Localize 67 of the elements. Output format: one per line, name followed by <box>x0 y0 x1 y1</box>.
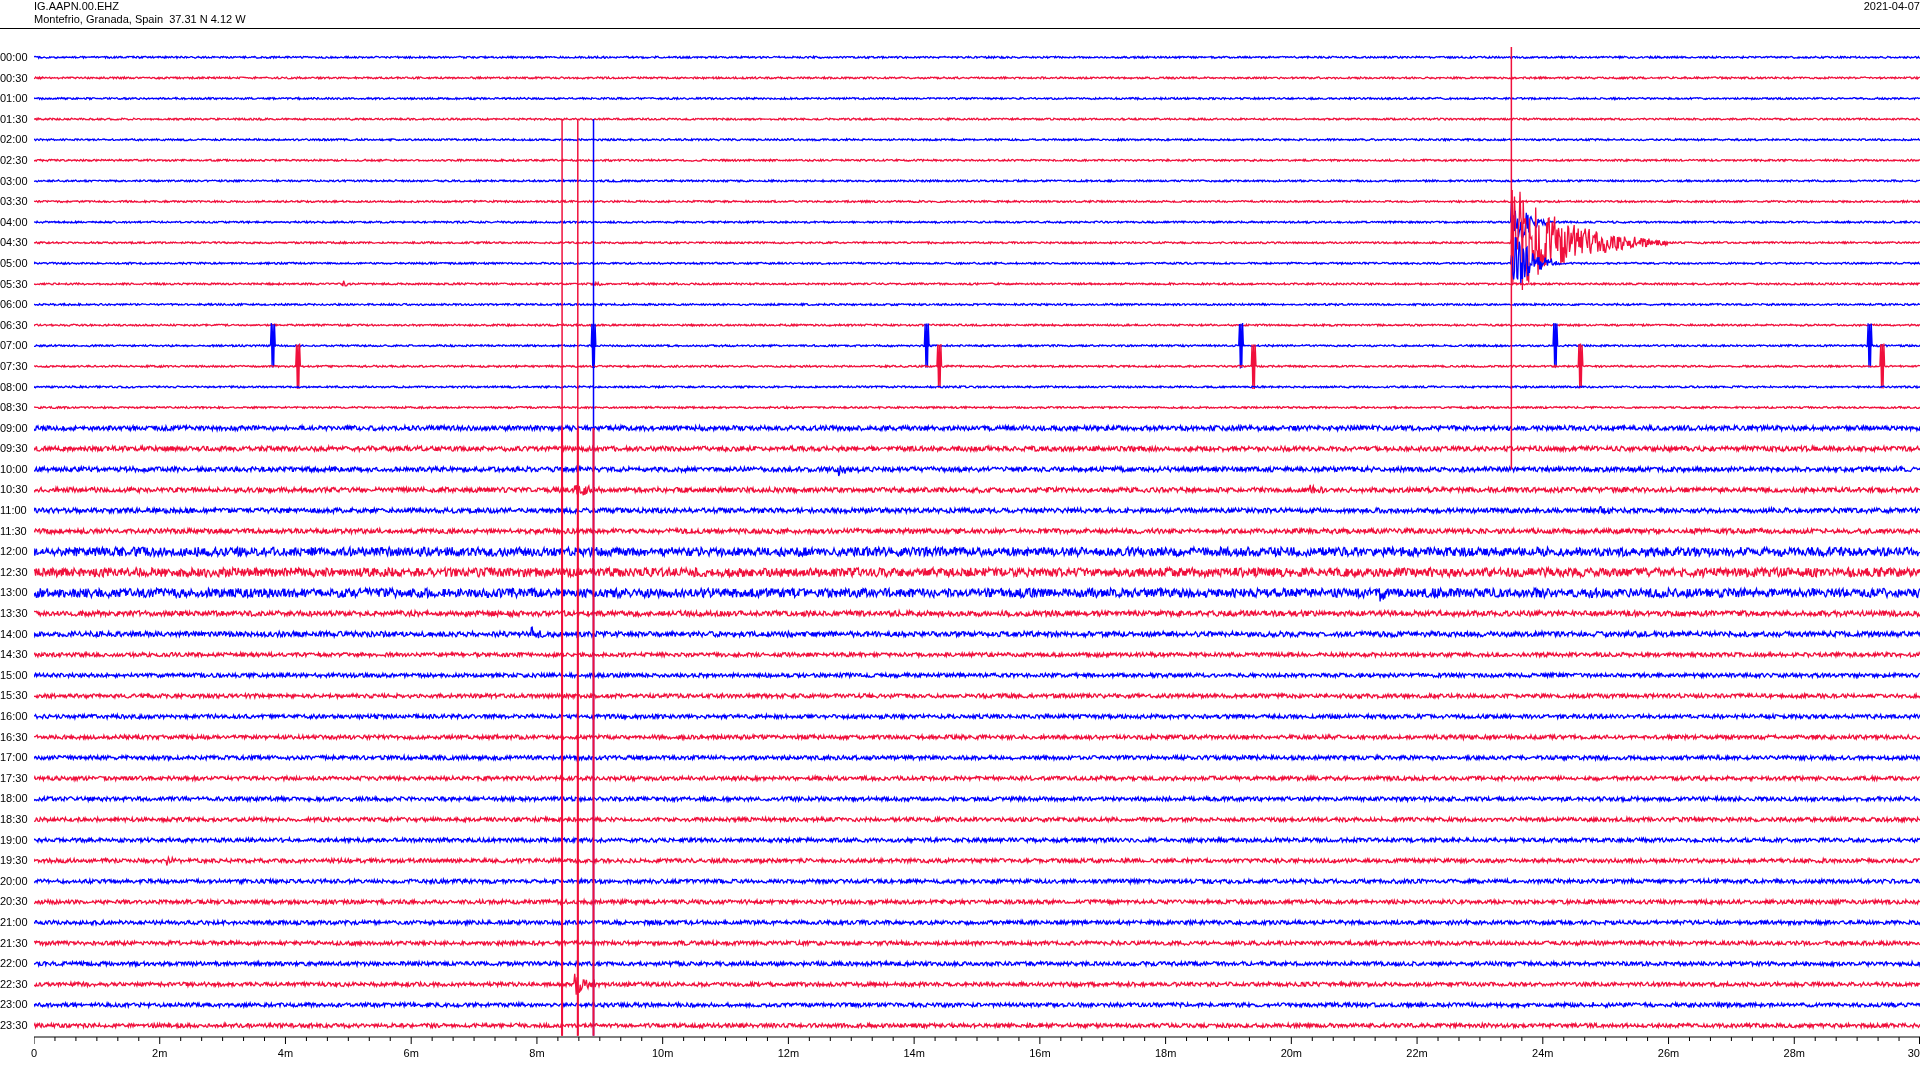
row-time-label: 05:00 <box>0 255 29 271</box>
axis-tick-label: 20m <box>1280 1045 1303 1060</box>
axis-tick-label: 28m <box>1783 1045 1805 1060</box>
row-time-label: 01:30 <box>0 111 29 127</box>
row-time-label: 05:30 <box>0 276 29 292</box>
axis-tick-label: 10m <box>651 1045 674 1060</box>
row-time-label: 16:00 <box>0 709 29 724</box>
row-time-label: 04:00 <box>0 214 29 230</box>
row-time-label: 22:00 <box>0 956 29 972</box>
row-time-label: 12:30 <box>0 564 29 580</box>
row-time-label: 11:00 <box>0 503 28 519</box>
row-time-label: 20:00 <box>0 873 29 889</box>
row-time-label: 10:30 <box>0 482 29 498</box>
row-time-label: 18:30 <box>0 811 29 827</box>
axis-tick-label: 24m <box>1532 1045 1554 1060</box>
row-time-label: 03:30 <box>0 194 29 210</box>
row-time-label: 10:00 <box>0 461 29 477</box>
axis-tick-label: 22m <box>1406 1045 1428 1060</box>
row-time-label: 20:30 <box>0 894 29 910</box>
row-time-label: 07:30 <box>0 358 29 374</box>
row-time-label: 03:00 <box>0 173 29 189</box>
row-time-label: 12:00 <box>0 544 29 560</box>
axis-tick-label: 6m <box>403 1045 419 1060</box>
row-time-label: 08:00 <box>0 379 29 395</box>
row-time-label: 06:00 <box>0 297 29 313</box>
row-time-label: 17:00 <box>0 750 29 766</box>
station-code: IG.AAPN.00.EHZ <box>34 0 120 13</box>
row-time-label: 00:30 <box>0 70 29 86</box>
row-time-label: 00:00 <box>0 50 29 65</box>
row-time-label: 13:30 <box>0 606 29 622</box>
row-time-label: 07:00 <box>0 338 29 354</box>
axis-tick-label: 8m <box>529 1045 545 1060</box>
row-time-label: 18:00 <box>0 791 29 807</box>
row-time-label: 14:00 <box>0 626 29 642</box>
station-location: Montefrio, Granada, Spain 37.31 N 4.12 W <box>34 13 246 26</box>
row-time-label: 19:00 <box>0 832 29 848</box>
axis-tick-label: 16m <box>1029 1045 1051 1060</box>
row-time-label: 15:00 <box>0 667 29 683</box>
row-time-label: 22:30 <box>0 976 29 992</box>
row-time-label: 01:00 <box>0 91 29 107</box>
row-time-label: 08:30 <box>0 400 29 416</box>
row-time-label: 09:30 <box>0 441 29 457</box>
row-time-label: 15:30 <box>0 688 29 704</box>
axis-tick-label: 14m <box>903 1045 925 1060</box>
row-time-label: 04:30 <box>0 235 29 251</box>
row-time-label: 02:30 <box>0 152 29 168</box>
row-time-label: 21:30 <box>0 935 29 951</box>
axis-tick-label: 2m <box>152 1045 168 1060</box>
row-time-label: 21:00 <box>0 914 29 930</box>
row-time-label: 16:30 <box>0 729 29 745</box>
row-time-label: 11:30 <box>0 523 28 539</box>
axis-tick-label: 4m <box>277 1045 294 1060</box>
row-time-label: 23:30 <box>0 1017 29 1033</box>
axis-tick-label: 30 <box>1907 1045 1920 1060</box>
row-time-label: 23:00 <box>0 997 29 1013</box>
row-time-label: 17:30 <box>0 770 29 786</box>
row-time-label: 09:00 <box>0 420 29 436</box>
row-time-label: 06:30 <box>0 317 29 333</box>
axis-tick-label: 12m <box>777 1045 800 1060</box>
row-time-label: 14:30 <box>0 647 29 663</box>
axis-tick-label: 26m <box>1657 1045 1680 1060</box>
row-time-label: 13:00 <box>0 585 29 601</box>
date-label: 2021-04-07 <box>1863 0 1920 14</box>
row-time-label: 02:00 <box>0 132 29 148</box>
axis-tick-label: 0 <box>30 1045 38 1060</box>
axis-tick-label: 18m <box>1154 1045 1177 1060</box>
row-time-label: 19:30 <box>0 853 29 869</box>
